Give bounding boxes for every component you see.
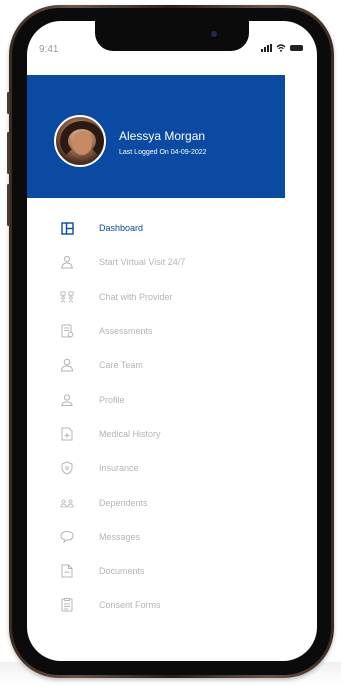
medical-history-icon — [60, 427, 74, 441]
volume-up-button — [7, 132, 10, 174]
menu-label: Profile — [99, 394, 125, 405]
menu-label: Dashboard — [99, 223, 144, 234]
menu-item-messages[interactable]: Messages — [27, 520, 317, 554]
profile-header: Alessya Morgan Last Logged On 04-09-2022 — [27, 75, 285, 198]
menu-item-chat-provider[interactable]: Chat with Provider — [27, 280, 317, 314]
wifi-icon — [276, 44, 286, 52]
user-name: Alessya Morgan — [119, 129, 206, 143]
menu-item-care-team[interactable]: Care Team — [27, 348, 317, 382]
notch — [95, 21, 249, 51]
battery-icon — [290, 45, 303, 51]
side-menu: Dashboard Start Virtual Visit 24/7 Chat … — [27, 211, 317, 623]
phone-screen: 9:41 Alessya Morgan Last Logged On 04-09… — [27, 21, 317, 661]
last-login-text: Last Logged On 04-09-2022 — [119, 149, 207, 156]
menu-item-assessments[interactable]: Assessments — [27, 314, 317, 348]
signal-icon — [261, 44, 272, 52]
menu-label: Insurance — [99, 463, 139, 474]
menu-item-dashboard[interactable]: Dashboard — [27, 211, 317, 245]
dependents-icon — [60, 496, 74, 510]
menu-label: Chat with Provider — [99, 291, 173, 302]
volume-down-button — [7, 184, 10, 226]
menu-item-documents[interactable]: Documents — [27, 554, 317, 588]
menu-item-virtual-visit[interactable]: Start Virtual Visit 24/7 — [27, 245, 317, 279]
assessments-icon — [60, 324, 74, 338]
status-icons — [261, 44, 303, 52]
mute-switch — [7, 92, 10, 114]
menu-item-dependents[interactable]: Dependents — [27, 485, 317, 519]
avatar[interactable] — [54, 115, 106, 167]
menu-label: Start Virtual Visit 24/7 — [99, 257, 186, 268]
care-team-icon — [60, 358, 74, 372]
menu-label: Documents — [99, 566, 145, 577]
insurance-icon — [60, 461, 74, 475]
virtual-visit-icon — [60, 255, 74, 269]
documents-icon — [60, 564, 74, 578]
menu-label: Dependents — [99, 497, 148, 508]
consent-forms-icon — [60, 598, 74, 612]
menu-item-profile[interactable]: Profile — [27, 382, 317, 416]
profile-icon — [60, 393, 74, 407]
menu-item-insurance[interactable]: Insurance — [27, 451, 317, 485]
status-time: 9:41 — [39, 44, 59, 55]
menu-item-medical-history[interactable]: Medical History — [27, 417, 317, 451]
menu-item-consent-forms[interactable]: Consent Forms — [27, 588, 317, 622]
chat-provider-icon — [60, 290, 74, 304]
menu-label: Messages — [99, 531, 141, 542]
menu-label: Care Team — [99, 360, 143, 371]
menu-label: Medical History — [99, 428, 161, 439]
menu-label: Assessments — [99, 326, 153, 337]
front-camera — [211, 31, 217, 37]
messages-icon — [60, 530, 74, 544]
dashboard-icon — [60, 221, 74, 235]
menu-label: Consent Forms — [99, 600, 161, 611]
mockup-stage: 9:41 Alessya Morgan Last Logged On 04-09… — [0, 0, 341, 686]
